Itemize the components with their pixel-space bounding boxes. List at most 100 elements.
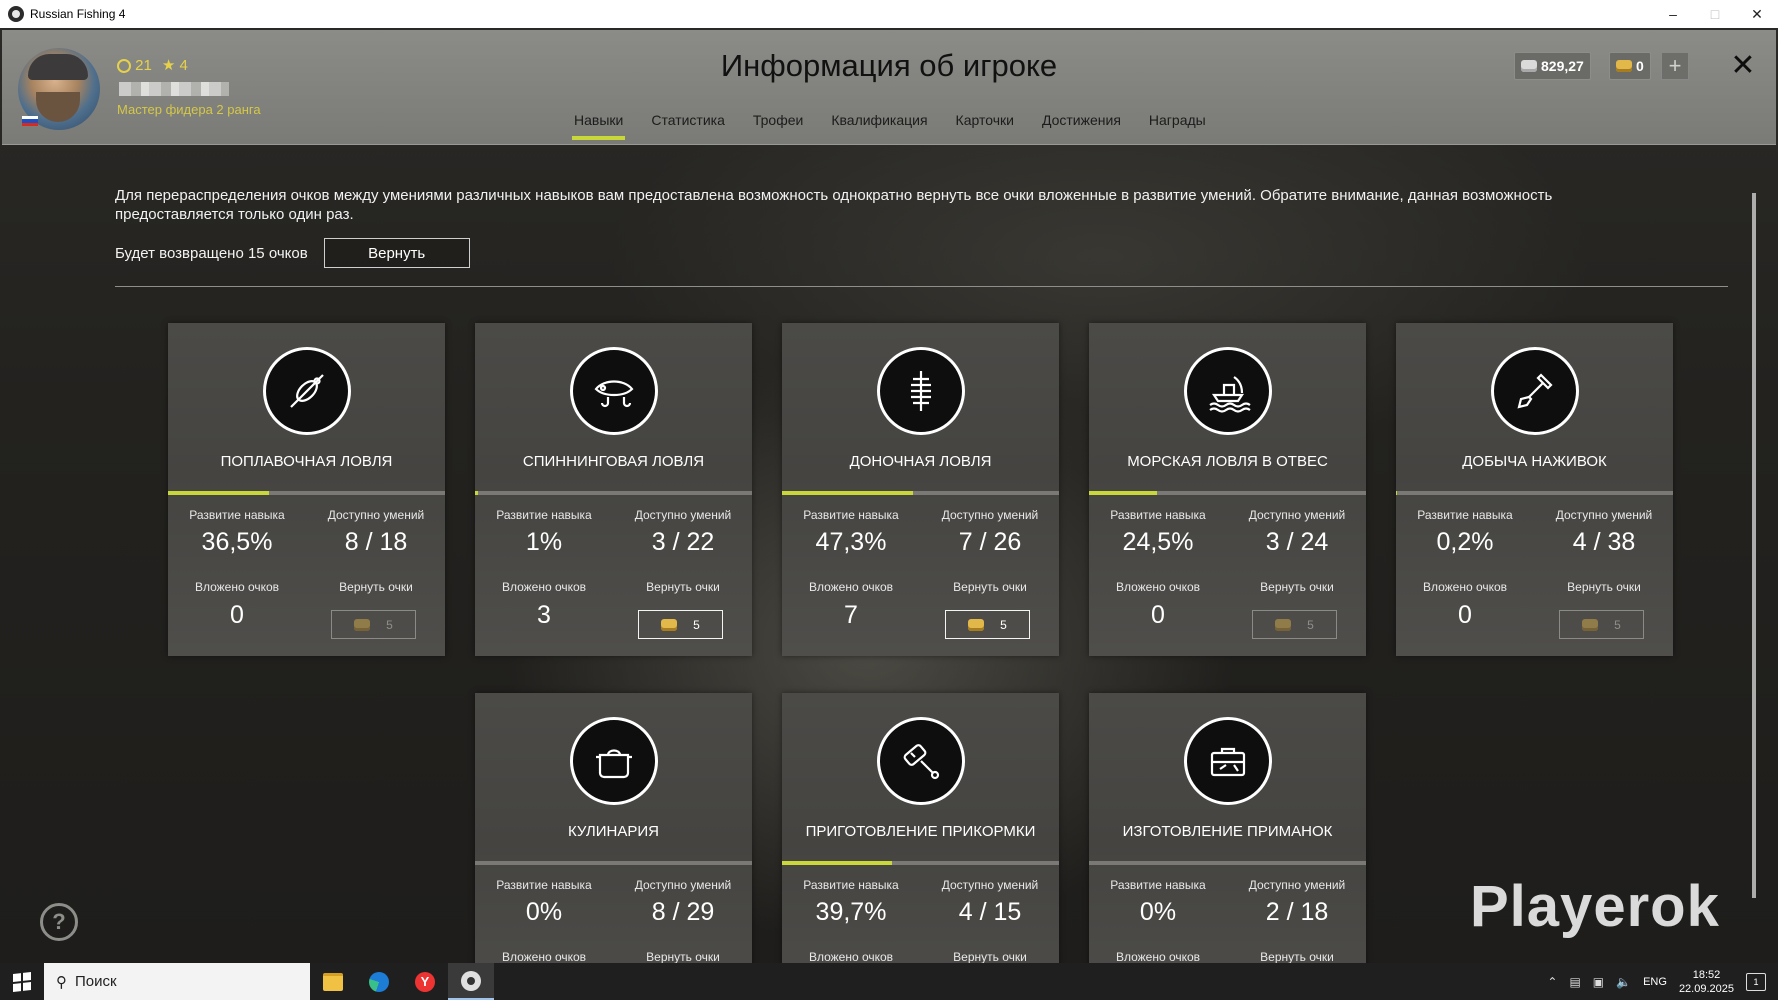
- game-area: 21 ★ 4 Мастер фидера 2 ранга Информация …: [0, 28, 1778, 963]
- return-points-button[interactable]: 5: [638, 610, 723, 639]
- minimize-button[interactable]: –: [1652, 0, 1694, 28]
- toolbox-icon: [1184, 717, 1272, 805]
- tab-cards[interactable]: Карточки: [942, 100, 1028, 140]
- float-icon: [263, 347, 351, 435]
- return-points-button[interactable]: 5: [945, 610, 1030, 639]
- available-value: 2 / 18: [1265, 898, 1329, 926]
- refund-text: Будет возвращено 15 очков: [115, 244, 308, 262]
- russia-flag-icon: [22, 116, 38, 126]
- gold-coin-icon: [354, 618, 371, 631]
- yandex-app[interactable]: Y: [402, 963, 448, 1000]
- return-points-button[interactable]: 5: [1559, 610, 1644, 639]
- development-value: 0%: [525, 898, 563, 926]
- network-icon[interactable]: ▣: [1593, 975, 1604, 989]
- skill-card: ПРИГОТОВЛЕНИЕ ПРИКОРМКИ Развитие навыка …: [782, 693, 1059, 963]
- explorer-app[interactable]: [310, 963, 356, 1000]
- skill-name: ПОПЛАВОЧНАЯ ЛОВЛЯ: [220, 453, 393, 470]
- available-label: Доступно умений: [941, 878, 1039, 892]
- development-value: 1%: [525, 528, 563, 556]
- window-close-button[interactable]: ✕: [1736, 0, 1778, 28]
- tab-skills[interactable]: Навыки: [560, 100, 637, 140]
- invested-value: 3: [537, 601, 551, 629]
- available-label: Доступно умений: [634, 508, 732, 522]
- development-label: Развитие навыка: [496, 878, 592, 892]
- page-title: Информация об игроке: [720, 48, 1058, 83]
- language-indicator[interactable]: ENG: [1643, 976, 1667, 988]
- help-icon[interactable]: ?: [40, 903, 78, 941]
- invested-label: Вложено очков: [1115, 580, 1201, 594]
- invested-label: Вложено очков: [808, 580, 894, 594]
- invested-value: 0: [1458, 601, 1472, 629]
- player-name-blurred: [119, 82, 229, 96]
- available-label: Доступно умений: [941, 508, 1039, 522]
- skill-card: ДОНОЧНАЯ ЛОВЛЯ Развитие навыка Доступно …: [782, 323, 1059, 656]
- gold-balance: 0: [1609, 52, 1651, 80]
- edge-icon: [369, 971, 389, 992]
- return-label: Вернуть очки: [1567, 580, 1641, 594]
- add-gold-button[interactable]: +: [1661, 52, 1689, 80]
- player-rank: Мастер фидера 2 ранга: [117, 102, 261, 117]
- invested-label: Вложено очков: [194, 580, 280, 594]
- skill-progress-bar: [1396, 491, 1673, 495]
- refund-button[interactable]: Вернуть: [323, 238, 470, 268]
- skill-name: ПРИГОТОВЛЕНИЕ ПРИКОРМКИ: [805, 823, 1036, 840]
- skill-card: ПОПЛАВОЧНАЯ ЛОВЛЯ Развитие навыка Доступ…: [168, 323, 445, 656]
- development-value: 24,5%: [1122, 528, 1194, 556]
- game-icon: [461, 970, 481, 991]
- skill-name: МОРСКАЯ ЛОВЛЯ В ОТВЕС: [1127, 453, 1328, 470]
- skill-progress-bar: [782, 861, 1059, 865]
- search-icon: ⚲: [56, 973, 67, 991]
- pot-icon: [570, 717, 658, 805]
- development-value: 36,5%: [201, 528, 273, 556]
- volume-icon[interactable]: 🔈: [1616, 975, 1631, 989]
- gold-coin-icon: [968, 618, 985, 631]
- start-button[interactable]: [0, 963, 44, 1000]
- available-value: 7 / 26: [958, 528, 1022, 556]
- tab-bar: Навыки Статистика Трофеи Квалификация Ка…: [560, 100, 1220, 140]
- edge-app[interactable]: [356, 963, 402, 1000]
- skill-card: ДОБЫЧА НАЖИВОК Развитие навыка Доступно …: [1396, 323, 1673, 656]
- skill-name: ДОБЫЧА НАЖИВОК: [1462, 453, 1607, 470]
- return-points-button[interactable]: 5: [331, 610, 416, 639]
- silver-coin-icon: [1521, 60, 1537, 72]
- skill-card: МОРСКАЯ ЛОВЛЯ В ОТВЕС Развитие навыка До…: [1089, 323, 1366, 656]
- tab-trophies[interactable]: Трофеи: [739, 100, 817, 140]
- available-label: Доступно умений: [1248, 508, 1346, 522]
- return-label: Вернуть очки: [953, 580, 1027, 594]
- available-label: Доступно умений: [1248, 878, 1346, 892]
- tab-qualification[interactable]: Квалификация: [817, 100, 941, 140]
- return-label: Вернуть очки: [646, 580, 720, 594]
- windows-icon: [13, 971, 31, 992]
- invested-value: 7: [844, 601, 858, 629]
- search-placeholder: Поиск: [75, 973, 117, 990]
- return-points-button[interactable]: 5: [1252, 610, 1337, 639]
- available-value: 4 / 38: [1572, 528, 1636, 556]
- folder-icon: [323, 972, 343, 991]
- tab-rewards[interactable]: Награды: [1135, 100, 1220, 140]
- clock[interactable]: 18:52 22.09.2025: [1679, 968, 1734, 996]
- skill-progress-bar: [475, 861, 752, 865]
- rf4-app[interactable]: [448, 963, 494, 1000]
- tab-achievements[interactable]: Достижения: [1028, 100, 1135, 140]
- development-value: 0%: [1139, 898, 1177, 926]
- invested-label: Вложено очков: [501, 950, 587, 963]
- development-label: Развитие навыка: [189, 508, 285, 522]
- skill-progress-bar: [782, 491, 1059, 495]
- refund-notice: Для перераспределения очков между умения…: [115, 187, 1553, 223]
- notification-icon[interactable]: 1: [1746, 972, 1766, 991]
- gold-coin-icon: [1582, 618, 1599, 631]
- tab-statistics[interactable]: Статистика: [637, 100, 739, 140]
- taskbar-search[interactable]: ⚲ Поиск: [44, 963, 310, 1000]
- invested-label: Вложено очков: [501, 580, 587, 594]
- divider: [115, 286, 1728, 287]
- system-tray: ⌃ ▤ ▣ 🔈 ENG 18:52 22.09.2025 1: [1547, 968, 1778, 996]
- skill-name: КУЛИНАРИЯ: [567, 823, 660, 840]
- development-label: Развитие навыка: [1110, 878, 1206, 892]
- maximize-button[interactable]: □: [1694, 0, 1736, 28]
- scrollbar[interactable]: [1752, 193, 1756, 898]
- skill-name: ДОНОЧНАЯ ЛОВЛЯ: [849, 453, 992, 470]
- chevron-up-icon[interactable]: ⌃: [1547, 975, 1557, 989]
- close-icon[interactable]: ✕: [1726, 48, 1760, 82]
- device-icon[interactable]: ▤: [1569, 975, 1580, 989]
- return-label: Вернуть очки: [339, 580, 413, 594]
